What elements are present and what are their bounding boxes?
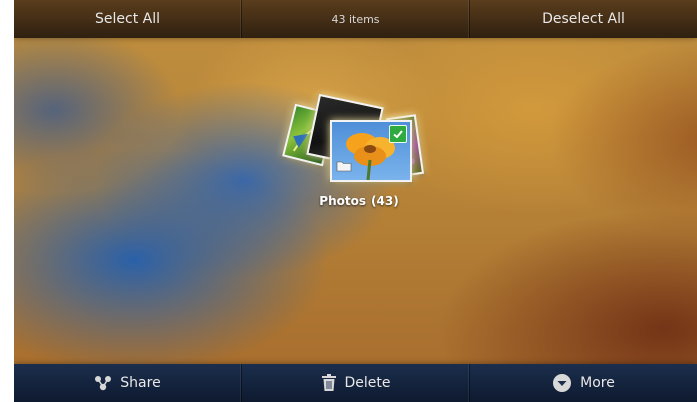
deselect-all-label: Deselect All (542, 11, 625, 27)
chevron-down-circle-icon (552, 373, 572, 393)
deselect-all-button[interactable]: Deselect All (470, 0, 697, 38)
album-stack[interactable] (282, 93, 426, 186)
share-label: Share (120, 375, 161, 391)
album-thumbnail-front (330, 120, 412, 182)
more-label: More (580, 375, 615, 391)
gallery-screen: Select All 43 items Deselect All Photos … (14, 0, 697, 402)
delete-label: Delete (344, 375, 391, 391)
delete-button[interactable]: Delete (242, 364, 470, 402)
checkmark-icon (389, 125, 407, 143)
item-count-label: 43 items (331, 12, 380, 26)
item-count: 43 items (242, 0, 470, 38)
album-name: Photos (319, 194, 367, 208)
share-button[interactable]: Share (14, 364, 242, 402)
album-count: (43) (371, 194, 399, 208)
album-label: Photos (43) (314, 194, 404, 208)
folder-icon (336, 157, 352, 176)
bottom-action-bar: Share Delete More (14, 364, 697, 402)
trash-icon (321, 374, 337, 392)
select-all-button[interactable]: Select All (14, 0, 242, 38)
selection-action-bar: Select All 43 items Deselect All (14, 0, 697, 38)
more-button[interactable]: More (470, 364, 697, 402)
select-all-label: Select All (95, 11, 160, 27)
share-icon (94, 375, 112, 391)
